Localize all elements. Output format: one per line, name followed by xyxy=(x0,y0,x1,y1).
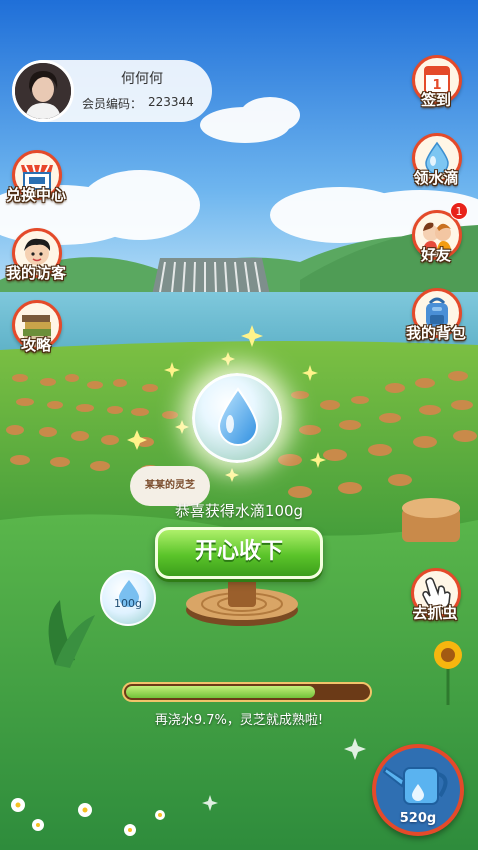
exchange-center-button[interactable]: 兑换中心 xyxy=(6,150,66,210)
accept-reward-button[interactable]: 开心收下 xyxy=(155,527,323,579)
growth-progress-message: 再浇水9.7%，灵芝就成熟啦! xyxy=(154,713,324,728)
water-drop-reward-bubble[interactable] xyxy=(192,373,282,463)
my-backpack-label: 我的背包 xyxy=(405,324,466,342)
catch-bug-label: 去抓虫 xyxy=(412,604,458,622)
user-photo xyxy=(15,63,71,119)
sign-in-label: 签到 xyxy=(420,91,451,109)
guide-label: 攻略 xyxy=(20,336,51,354)
user-name: 何何何 xyxy=(121,71,163,87)
get-water-label: 领水滴 xyxy=(413,169,459,187)
my-visitors-button[interactable]: 我的访客 xyxy=(6,228,66,288)
watering-can-icon xyxy=(382,766,448,805)
game-scene: 何何何 会员编码： 223344 兑换中心 我的访客 攻略 1 签到 领水滴 1… xyxy=(0,0,478,850)
guide-button[interactable]: 攻略 xyxy=(6,300,66,360)
water-drop-icon xyxy=(217,387,259,446)
growth-progress-fill xyxy=(126,686,315,698)
profile-card[interactable]: 何何何 会员编码： 223344 xyxy=(12,60,212,122)
catch-bug-button[interactable]: 去抓虫 xyxy=(405,568,465,628)
water-drop-amount: 100g xyxy=(114,597,142,610)
sign-in-button[interactable]: 1 签到 xyxy=(406,55,466,115)
friends-label: 好友 xyxy=(420,246,451,264)
member-id: 223344 xyxy=(148,95,194,109)
friends-notification-badge: 1 xyxy=(450,202,468,220)
water-amount: 520g xyxy=(399,811,437,826)
my-visitors-label: 我的访客 xyxy=(5,264,66,282)
exchange-center-label: 兑换中心 xyxy=(5,186,66,204)
growth-progress-bar xyxy=(122,682,372,702)
friends-button[interactable]: 1 好友 xyxy=(406,202,468,270)
get-water-button[interactable]: 领水滴 xyxy=(406,133,466,193)
reward-message: 恭喜获得水滴100g xyxy=(174,502,304,520)
member-id-label: 会员编码： xyxy=(82,97,143,111)
my-backpack-button[interactable]: 我的背包 xyxy=(406,288,466,348)
avatar[interactable] xyxy=(12,60,74,122)
